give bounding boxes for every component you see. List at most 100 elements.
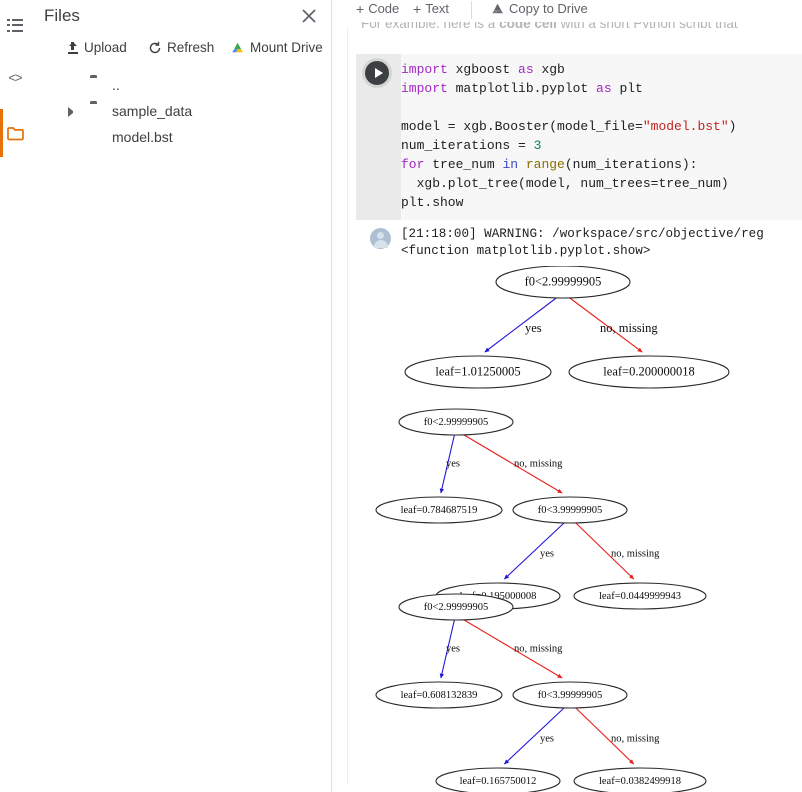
code-token: xgboost [456, 62, 518, 77]
tree-edge-label: yes [446, 643, 460, 654]
app-root: <> Files Upload [0, 0, 802, 792]
code-line: xgb.plot_tree(model, num_trees=tree_num) [401, 174, 802, 193]
code-token: for [401, 157, 432, 172]
page-title: Files [44, 6, 80, 26]
parent-folder-icon [90, 77, 106, 93]
code-line [401, 98, 802, 117]
copy-to-drive-button[interactable]: Copy to Drive [490, 1, 588, 16]
sidebar-item-files[interactable] [0, 116, 30, 150]
tree-node-label: f0<3.99999905 [538, 505, 603, 516]
add-code-label: Code [368, 1, 399, 16]
tree-edge-label: no, missing [611, 548, 660, 559]
code-token: matplotlib.pyplot [456, 81, 596, 96]
decision-tree-plot: yes no, missing f0<2.99999905 leaf=1.012500… [392, 266, 762, 401]
cell-output: [21:18:00] WARNING: /workspace/src/objec… [356, 224, 802, 784]
code-token: tree_num [432, 157, 502, 172]
tree-edge-label: yes [525, 321, 542, 335]
notebook-sheet: import xgboost as xgbimport matplotlib.p… [347, 28, 802, 784]
google-drive-icon [230, 41, 245, 54]
chevron-right-icon[interactable] [68, 107, 78, 117]
files-panel-header: Files [30, 0, 332, 36]
decision-tree-plot: yesno, missingyesno, missingf0<2.9999990… [368, 591, 768, 792]
notebook-area: + Code + Text Copy to Drive For example,… [333, 0, 802, 792]
upload-label: Upload [84, 40, 127, 55]
tree-node-label: leaf=0.165750012 [460, 776, 537, 787]
code-token: as [596, 81, 619, 96]
close-icon[interactable] [298, 5, 320, 27]
tree-node-label: f0<2.99999905 [424, 602, 489, 613]
code-token: plt.show [401, 195, 463, 210]
tree-node-label: f0<2.99999905 [525, 274, 602, 288]
tree-edge-label: no, missing [600, 321, 658, 335]
avatar [370, 228, 391, 249]
tree-node-label: f0<3.99999905 [538, 690, 603, 701]
mount-drive-button[interactable]: Mount Drive [230, 40, 323, 55]
tree-node-label: f0<2.99999905 [424, 417, 489, 428]
folder-icon [7, 126, 24, 141]
code-token: xgb [541, 62, 564, 77]
code-token: import [401, 62, 456, 77]
notebook-toolbar: + Code + Text Copy to Drive [333, 0, 802, 22]
copy-to-drive-label: Copy to Drive [509, 1, 588, 16]
run-cell-button[interactable] [365, 61, 389, 85]
tree-node-label: leaf=1.01250005 [435, 364, 520, 378]
code-cell-gutter [356, 54, 401, 220]
add-text-label: Text [425, 1, 449, 16]
code-token: range [526, 157, 565, 172]
add-code-cell-button[interactable]: + Code [356, 1, 399, 16]
output-text: [21:18:00] WARNING: /workspace/src/objec… [401, 226, 802, 259]
code-line: num_iterations = 3 [401, 136, 802, 155]
list-item[interactable]: .. [30, 72, 332, 98]
left-icon-rail: <> [0, 0, 30, 792]
files-panel: Files Upload Refresh [30, 0, 332, 792]
list-icon [7, 19, 23, 32]
upload-icon [66, 41, 79, 54]
tree-node-label: leaf=0.0382499918 [599, 776, 681, 787]
tree-node-label: leaf=0.608132839 [401, 690, 478, 701]
files-toolbar: Upload Refresh Mount Drive [30, 38, 332, 64]
code-token: xgb.plot_tree(model, num_trees=tree_num) [401, 176, 729, 191]
code-cell[interactable]: import xgboost as xgbimport matplotlib.p… [356, 54, 802, 220]
refresh-button[interactable]: Refresh [148, 40, 214, 55]
file-icon [91, 129, 107, 145]
code-token: as [518, 62, 541, 77]
refresh-label: Refresh [167, 40, 214, 55]
file-name: .. [112, 77, 120, 93]
plus-icon: + [356, 2, 364, 16]
code-token: "model.bst" [643, 119, 729, 134]
tree-edge [504, 706, 566, 764]
output-line-1: [21:18:00] WARNING: /workspace/src/objec… [401, 227, 764, 241]
upload-button[interactable]: Upload [66, 40, 127, 55]
code-line: plt.show [401, 193, 802, 212]
tree-edge [504, 521, 566, 579]
tree-edge [485, 296, 559, 352]
list-item[interactable]: sample_data [30, 98, 332, 124]
add-text-cell-button[interactable]: + Text [413, 1, 449, 16]
mount-drive-label: Mount Drive [250, 40, 323, 55]
code-line: import xgboost as xgb [401, 60, 802, 79]
tree-edge-label: yes [446, 458, 460, 469]
refresh-icon [148, 41, 162, 55]
file-tree: .. sample_data model.bst [30, 72, 332, 150]
drive-gray-icon [490, 2, 505, 15]
code-token: in [502, 157, 525, 172]
code-token: num_iterations = [401, 138, 534, 153]
code-token: plt [619, 81, 642, 96]
file-name: model.bst [112, 129, 173, 145]
plus-icon: + [413, 2, 421, 16]
code-line: for tree_num in range(num_iterations): [401, 155, 802, 174]
code-token: 3 [534, 138, 542, 153]
list-item[interactable]: model.bst [30, 124, 332, 150]
code-token: import [401, 81, 456, 96]
tree-edge-label: no, missing [514, 458, 563, 469]
sidebar-item-table-of-contents[interactable] [0, 8, 30, 42]
tree-node-label: leaf=0.784687519 [401, 505, 478, 516]
tree-edge-label: yes [540, 733, 554, 744]
code-editor[interactable]: import xgboost as xgbimport matplotlib.p… [401, 60, 802, 212]
code-token: model = xgb.Booster(model_file= [401, 119, 643, 134]
tree-edge-label: no, missing [514, 643, 563, 654]
code-line: import matplotlib.pyplot as plt [401, 79, 802, 98]
sidebar-item-code-snippets[interactable]: <> [0, 60, 30, 94]
code-line: model = xgb.Booster(model_file="model.bs… [401, 117, 802, 136]
folder-icon [90, 103, 106, 119]
